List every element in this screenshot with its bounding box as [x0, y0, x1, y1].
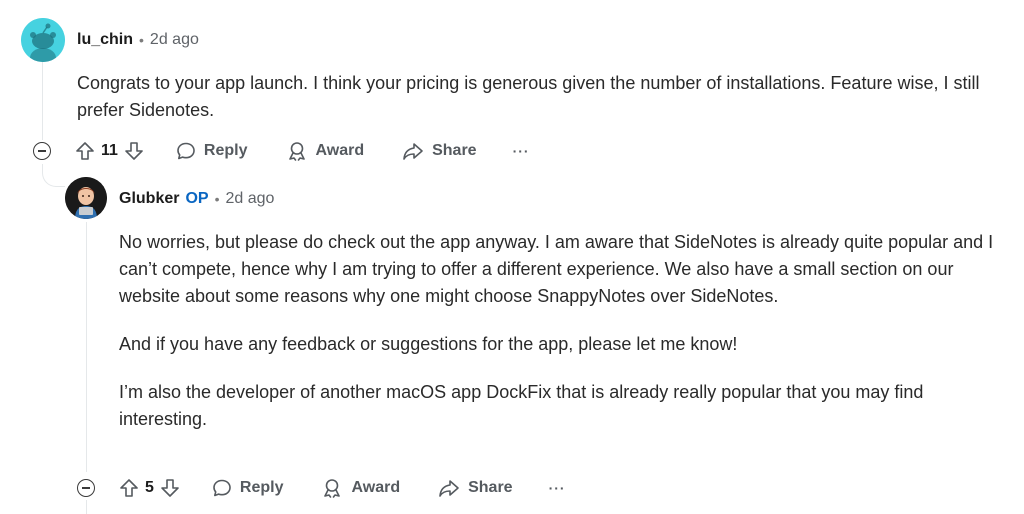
reply-button[interactable]: Reply [212, 478, 284, 498]
more-options-button[interactable]: ··· [549, 480, 566, 496]
share-label: Share [468, 479, 513, 496]
award-icon [324, 479, 341, 498]
op-badge: OP [185, 190, 209, 207]
share-arrow-icon [439, 480, 459, 497]
comment-paragraph: And if you have any feedback or suggesti… [119, 334, 738, 354]
comment-header: lu_chin • 2d ago [77, 29, 199, 51]
vote-score: 5 [145, 479, 154, 496]
separator-dot: • [214, 191, 220, 207]
upvote-arrow-icon[interactable] [75, 141, 95, 161]
comment-thread: lu_chin • 2d ago Congrats to your app la… [0, 0, 1024, 514]
comment-body: Congrats to your app launch. I think you… [77, 70, 997, 124]
upvote-arrow-icon[interactable] [119, 478, 139, 498]
thread-line-reply[interactable] [86, 222, 87, 472]
comment-paragraph: No worries, but please do check out the … [119, 232, 994, 306]
collapse-thread-button[interactable] [33, 142, 51, 160]
award-label: Award [315, 142, 365, 159]
avatar[interactable] [21, 18, 65, 62]
username-link[interactable]: Glubker [119, 190, 179, 208]
separator-dot: • [139, 32, 144, 48]
snoo-avatar-icon [21, 18, 65, 62]
downvote-arrow-icon[interactable] [160, 478, 180, 498]
user-avatar-icon [65, 177, 107, 219]
username-link[interactable]: lu_chin [77, 31, 133, 49]
comment-bubble-icon [177, 142, 195, 160]
award-button[interactable]: Award [321, 478, 400, 498]
downvote-arrow-icon[interactable] [124, 141, 144, 161]
timestamp[interactable]: 2d ago [150, 31, 199, 49]
award-icon [288, 142, 305, 161]
thread-line-root[interactable] [42, 62, 43, 140]
reply-label: Reply [203, 142, 248, 159]
more-options-button[interactable]: ··· [513, 143, 530, 159]
share-button[interactable]: Share [402, 141, 477, 161]
award-label: Award [351, 479, 401, 496]
thread-connector-reply [42, 164, 65, 187]
comment-header: Glubker OP • 2d ago [119, 188, 274, 210]
reply-button[interactable]: Reply [176, 141, 248, 161]
vote-group: 11 [75, 141, 144, 161]
vote-score: 11 [101, 142, 118, 159]
share-label: Share [432, 142, 477, 159]
award-button[interactable]: Award [286, 141, 365, 161]
comment-paragraph: Congrats to your app launch. I think you… [77, 73, 980, 120]
share-arrow-icon [403, 143, 423, 160]
comment-body: No worries, but please do check out the … [119, 229, 999, 433]
reply-label: Reply [239, 479, 284, 496]
comment-action-bar: 11 Reply Award Share ··· [33, 136, 530, 166]
avatar[interactable] [65, 177, 107, 219]
share-button[interactable]: Share [438, 478, 513, 498]
comment-action-bar: 5 Reply Award Share ··· [77, 473, 566, 503]
comment-paragraph: I’m also the developer of another macOS … [119, 382, 924, 429]
comment-bubble-icon [213, 479, 231, 497]
collapse-thread-button[interactable] [77, 479, 95, 497]
timestamp[interactable]: 2d ago [226, 190, 275, 208]
vote-group: 5 [119, 478, 180, 498]
